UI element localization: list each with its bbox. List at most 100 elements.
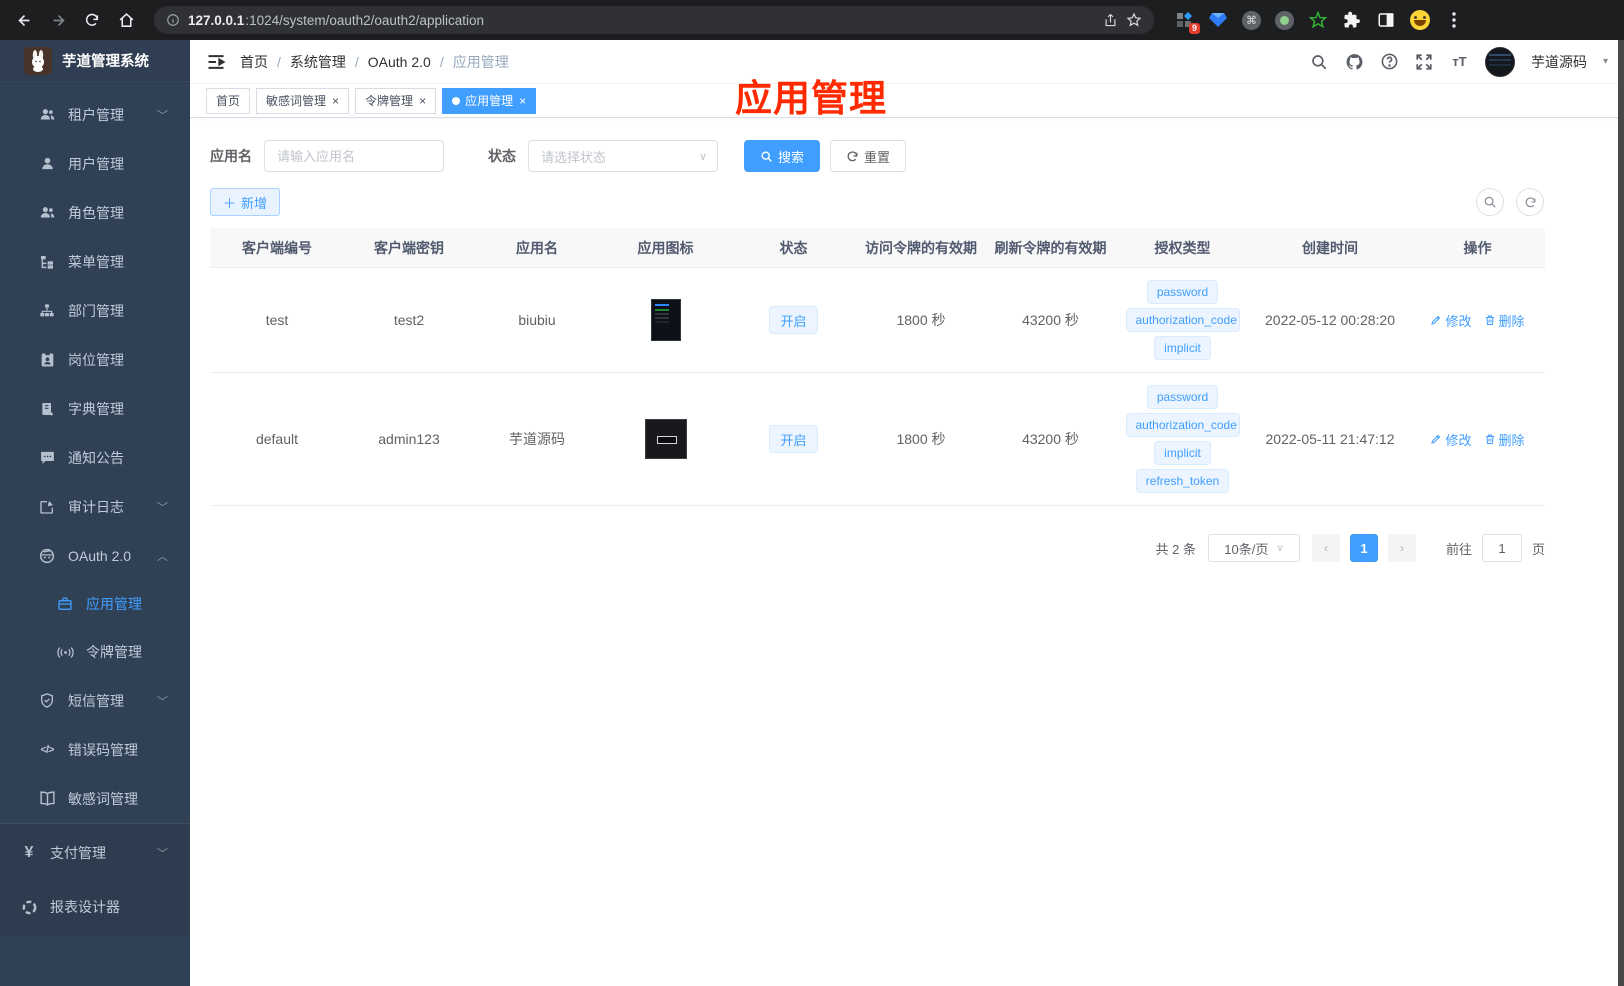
side-panel-icon[interactable] bbox=[1376, 10, 1396, 30]
search-icon[interactable] bbox=[1310, 52, 1329, 71]
close-icon[interactable]: × bbox=[519, 95, 526, 107]
edit-link[interactable]: 修改 bbox=[1430, 430, 1472, 449]
sidebar-item-dict[interactable]: 字典管理 bbox=[0, 384, 190, 433]
sidebar-item-label: 通知公告 bbox=[68, 449, 124, 466]
sidebar-item-sms[interactable]: 短信管理 ﹀ bbox=[0, 676, 190, 725]
sidebar-item-label: 令牌管理 bbox=[86, 644, 142, 660]
sidebar-item-menu[interactable]: 菜单管理 bbox=[0, 237, 190, 286]
site-info-icon[interactable] bbox=[166, 13, 180, 27]
delete-link-label: 删除 bbox=[1498, 432, 1525, 448]
org-chart-icon bbox=[38, 302, 56, 320]
audit-log-icon bbox=[38, 498, 56, 516]
tab-home[interactable]: 首页 bbox=[206, 87, 251, 114]
grant-type-tag: refresh_token bbox=[1135, 469, 1230, 493]
delete-link[interactable]: 删除 bbox=[1484, 311, 1525, 330]
delete-link[interactable]: 删除 bbox=[1484, 430, 1525, 449]
app-logo-thumbnail bbox=[650, 299, 681, 341]
window-scrollbar[interactable] bbox=[1618, 40, 1624, 986]
sidebar-item-dept[interactable]: 部门管理 bbox=[0, 286, 190, 335]
browser-menu-icon[interactable] bbox=[1444, 10, 1464, 30]
cell-created-time: 2022-05-11 21:47:12 bbox=[1265, 431, 1395, 447]
breadcrumb-system[interactable]: 系统管理 bbox=[290, 52, 346, 72]
font-size-icon[interactable] bbox=[1450, 52, 1469, 71]
sidebar-item-sensitiveword[interactable]: 敏感词管理 bbox=[0, 774, 190, 823]
sidebar-item-user[interactable]: 用户管理 bbox=[0, 139, 190, 188]
refresh-table-button[interactable] bbox=[1516, 188, 1544, 216]
search-button[interactable]: 搜索 bbox=[744, 140, 821, 172]
grid-extension-icon[interactable]: 9 bbox=[1174, 10, 1200, 34]
browser-back-button[interactable] bbox=[10, 6, 38, 34]
sidebar-item-label: 报表设计器 bbox=[50, 899, 120, 915]
cell-grant-types: password authorization_code implicit bbox=[1115, 280, 1250, 360]
browser-forward-button[interactable] bbox=[44, 6, 72, 34]
breadcrumb-home[interactable]: 首页 bbox=[240, 52, 268, 72]
chevron-down-icon: ﹀ bbox=[157, 848, 168, 860]
cell-client-id: default bbox=[255, 431, 299, 447]
page-unit-label: 页 bbox=[1531, 541, 1545, 557]
user-menu-caret-icon[interactable]: ▾ bbox=[1603, 56, 1608, 67]
prev-page-button[interactable]: ‹ bbox=[1311, 534, 1340, 562]
sidebar-item-errorcode[interactable]: 错误码管理 bbox=[0, 725, 190, 774]
sidebar-item-post[interactable]: 岗位管理 bbox=[0, 335, 190, 384]
user-icon bbox=[38, 155, 56, 173]
sidebar-item-tenant[interactable]: 租户管理 ﹀ bbox=[0, 90, 190, 139]
status-select[interactable]: 请选择状态 ∨ bbox=[528, 140, 718, 172]
browser-reload-button[interactable] bbox=[78, 6, 106, 34]
shield-check-icon bbox=[38, 692, 56, 710]
edit-link[interactable]: 修改 bbox=[1430, 311, 1472, 330]
sidebar-item-oauth-application[interactable]: 应用管理 bbox=[0, 580, 190, 628]
recorder-extension-icon[interactable] bbox=[1275, 10, 1294, 30]
delete-link-label: 删除 bbox=[1498, 313, 1525, 329]
username[interactable]: 芋道源码 bbox=[1531, 52, 1587, 72]
close-icon[interactable]: × bbox=[419, 95, 426, 107]
sidebar-item-role[interactable]: 角色管理 bbox=[0, 188, 190, 237]
goto-page-input[interactable] bbox=[1481, 534, 1522, 562]
sidebar-item-pay[interactable]: 支付管理 ﹀ bbox=[0, 826, 190, 880]
tab-sensitive-word[interactable]: 敏感词管理 × bbox=[256, 87, 350, 114]
chevron-down-icon: ﹀ bbox=[157, 695, 168, 708]
sidebar-item-label: 岗位管理 bbox=[68, 351, 124, 368]
sidebar-item-label: 字典管理 bbox=[68, 400, 124, 417]
cell-client-secret: admin123 bbox=[378, 431, 440, 447]
show-search-toggle-button[interactable] bbox=[1476, 188, 1504, 216]
sidebar-item-notice[interactable]: 通知公告 bbox=[0, 433, 190, 482]
puzzle-extensions-icon[interactable] bbox=[1342, 10, 1362, 30]
sidebar-item-label: 审计日志 bbox=[68, 498, 124, 515]
briefcase-icon bbox=[56, 595, 74, 613]
sidebar-item-audit[interactable]: 审计日志 ﹀ bbox=[0, 482, 190, 531]
star-extension-icon[interactable] bbox=[1308, 10, 1328, 30]
address-bar[interactable]: 127.0.0.1:1024/system/oauth2/oauth2/appl… bbox=[154, 6, 1154, 34]
bookmark-star-icon[interactable] bbox=[1126, 12, 1142, 28]
current-page-button[interactable]: 1 bbox=[1349, 534, 1378, 562]
share-icon[interactable] bbox=[1103, 13, 1118, 28]
sidebar-item-oauth[interactable]: OAuth 2.0 ︿ bbox=[0, 531, 190, 580]
profile-avatar-icon[interactable] bbox=[1410, 10, 1430, 30]
sidebar-item-label: 短信管理 bbox=[68, 692, 124, 709]
edit-link-label: 修改 bbox=[1445, 313, 1472, 329]
browser-home-button[interactable] bbox=[112, 6, 140, 34]
sidebar-item-label: 部门管理 bbox=[68, 302, 124, 319]
collapse-sidebar-icon[interactable] bbox=[206, 52, 226, 72]
tab-token[interactable]: 令牌管理 × bbox=[355, 87, 437, 114]
close-icon[interactable]: × bbox=[332, 95, 339, 107]
github-icon[interactable] bbox=[1345, 52, 1364, 71]
reset-button[interactable]: 重置 bbox=[830, 140, 907, 172]
breadcrumb-oauth[interactable]: OAuth 2.0 bbox=[368, 54, 431, 70]
sidebar: 芋道管理系统 租户管理 ﹀ 用户管理 角色管理 菜单管理 部门管理 岗位管理 字… bbox=[0, 40, 190, 986]
fullscreen-icon[interactable] bbox=[1415, 52, 1434, 71]
sidebar-item-report-designer[interactable]: 报表设计器 bbox=[0, 880, 190, 934]
tab-application[interactable]: 应用管理 × bbox=[442, 87, 537, 114]
app-logo-bar[interactable]: 芋道管理系统 bbox=[0, 40, 190, 82]
page-size-select[interactable]: 10条/页 ∨ bbox=[1207, 534, 1300, 562]
app-name-input[interactable] bbox=[277, 148, 431, 164]
user-avatar[interactable] bbox=[1484, 46, 1515, 77]
help-icon[interactable] bbox=[1380, 52, 1399, 71]
command-extension-icon[interactable]: ⌘ bbox=[1242, 10, 1261, 30]
add-button[interactable]: ＋ 新增 bbox=[210, 188, 281, 216]
sidebar-item-label: 支付管理 bbox=[50, 845, 106, 861]
breadcrumb-current: 应用管理 bbox=[452, 53, 509, 70]
next-page-button[interactable]: › bbox=[1387, 534, 1416, 562]
grant-type-tag: password bbox=[1146, 280, 1219, 304]
sidebar-item-oauth-token[interactable]: 令牌管理 bbox=[0, 628, 190, 676]
gem-extension-icon[interactable] bbox=[1208, 10, 1228, 30]
